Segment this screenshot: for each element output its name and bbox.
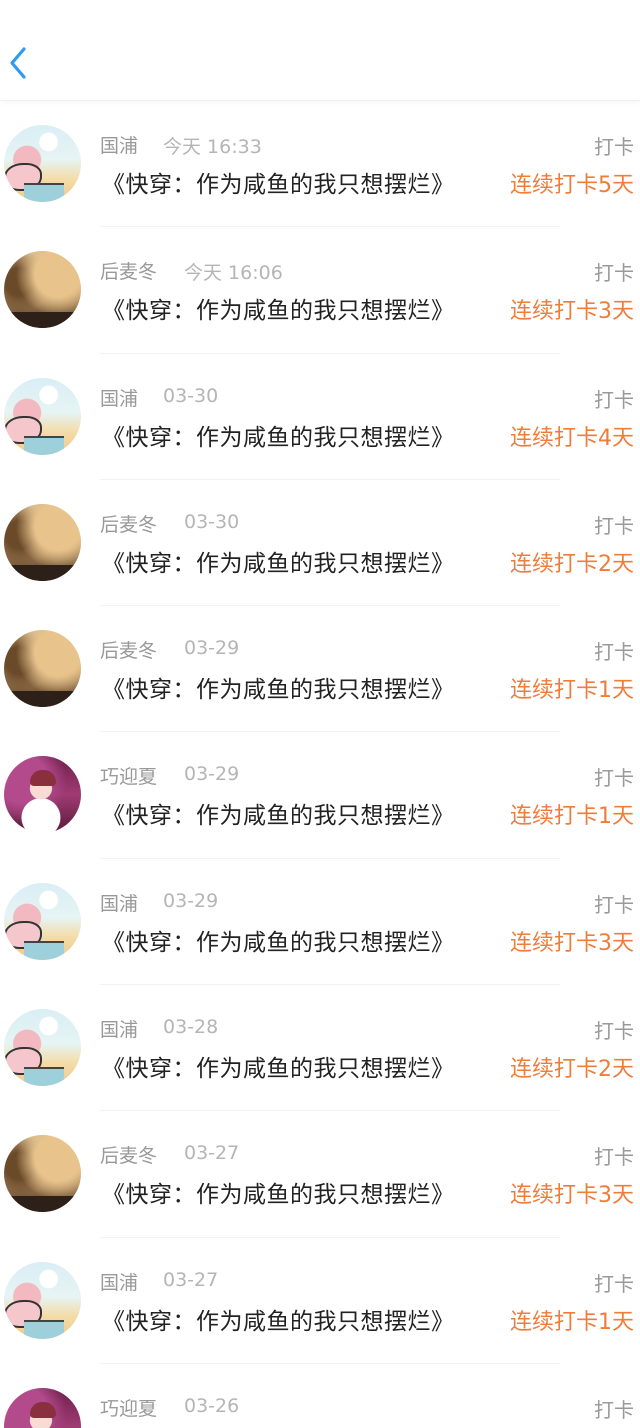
- top-bar: [0, 0, 640, 101]
- checkin-time: 03-30: [184, 510, 240, 533]
- user-name: 国浦: [100, 1019, 139, 1042]
- book-title: 《快穿：作为咸鱼的我只想摆烂》: [102, 1056, 455, 1083]
- avatar[interactable]: [4, 882, 81, 960]
- list-item[interactable]: 国浦 03-30 打卡《快穿：作为咸鱼的我只想摆烂》 连续打卡4天: [0, 354, 640, 480]
- action-label: 打卡: [594, 1019, 634, 1044]
- user-name: 国浦: [100, 1271, 139, 1294]
- avatar[interactable]: [4, 1135, 81, 1213]
- list-item[interactable]: 国浦 03-27 打卡《快穿：作为咸鱼的我只想摆烂》 连续打卡1天: [0, 1238, 640, 1364]
- streak-badge: 连续打卡1天: [510, 804, 634, 830]
- checkin-time: 03-27: [163, 1268, 219, 1291]
- action-label: 打卡: [594, 1271, 634, 1296]
- avatar[interactable]: [4, 1261, 81, 1339]
- book-title: 《快穿：作为咸鱼的我只想摆烂》: [102, 550, 455, 577]
- list-item[interactable]: 国浦 今天 16:33 打卡《快穿：作为咸鱼的我只想摆烂》 连续打卡5天: [0, 101, 640, 228]
- book-title: 《快穿：作为咸鱼的我只想摆烂》: [102, 1308, 455, 1335]
- streak-badge: 连续打卡3天: [510, 930, 634, 956]
- user-name: 巧迎夏: [100, 766, 158, 789]
- streak-badge: 连续打卡3天: [510, 299, 634, 325]
- list-item[interactable]: 巧迎夏 03-26 打卡: [0, 1364, 640, 1428]
- checkin-time: 03-29: [184, 637, 240, 660]
- list-item[interactable]: 后麦冬 今天 16:06 打卡《快穿：作为咸鱼的我只想摆烂》 连续打卡3天: [0, 227, 640, 354]
- avatar[interactable]: [4, 377, 81, 455]
- checkin-time: 03-26: [184, 1394, 240, 1417]
- action-label: 打卡: [594, 640, 634, 665]
- book-title: 《快穿：作为咸鱼的我只想摆烂》: [102, 929, 455, 956]
- list-item[interactable]: 后麦冬 03-30 打卡《快穿：作为咸鱼的我只想摆烂》 连续打卡2天: [0, 480, 640, 607]
- chevron-left-icon: [10, 47, 26, 79]
- checkin-time: 03-29: [163, 889, 219, 912]
- streak-badge: 连续打卡2天: [510, 551, 634, 577]
- list-item[interactable]: 后麦冬 03-27 打卡《快穿：作为咸鱼的我只想摆烂》 连续打卡3天: [0, 1111, 640, 1238]
- back-button[interactable]: [4, 42, 34, 84]
- avatar[interactable]: [4, 756, 81, 834]
- action-label: 打卡: [594, 261, 634, 286]
- book-title: 《快穿：作为咸鱼的我只想摆烂》: [102, 677, 455, 704]
- avatar[interactable]: [4, 251, 81, 329]
- streak-badge: 连续打卡2天: [510, 1057, 634, 1083]
- list-item[interactable]: 国浦 03-28 打卡《快穿：作为咸鱼的我只想摆烂》 连续打卡2天: [0, 985, 640, 1112]
- user-name: 后麦冬: [100, 261, 158, 284]
- user-name: 后麦冬: [100, 640, 158, 663]
- action-label: 打卡: [594, 513, 634, 538]
- book-title: 《快穿：作为咸鱼的我只想摆烂》: [102, 803, 455, 830]
- book-title: 《快穿：作为咸鱼的我只想摆烂》: [102, 424, 455, 451]
- streak-badge: 连续打卡5天: [510, 173, 634, 198]
- action-label: 打卡: [594, 1145, 634, 1170]
- checkin-time: 今天 16:33: [163, 136, 262, 158]
- streak-badge: 连续打卡1天: [510, 1309, 634, 1335]
- avatar[interactable]: [4, 1009, 81, 1087]
- streak-badge: 连续打卡3天: [510, 1183, 634, 1209]
- streak-badge: 连续打卡1天: [510, 678, 634, 704]
- list-item[interactable]: 国浦 03-29 打卡《快穿：作为咸鱼的我只想摆烂》 连续打卡3天: [0, 859, 640, 986]
- streak-badge: 连续打卡4天: [510, 425, 634, 451]
- action-label: 打卡: [594, 892, 634, 917]
- user-name: 国浦: [100, 387, 139, 410]
- list-item[interactable]: 巧迎夏 03-29 打卡《快穿：作为咸鱼的我只想摆烂》 连续打卡1天: [0, 732, 640, 859]
- user-name: 国浦: [100, 135, 139, 157]
- avatar[interactable]: [4, 630, 81, 708]
- avatar[interactable]: [4, 1387, 81, 1428]
- book-title: 《快穿：作为咸鱼的我只想摆烂》: [102, 1182, 455, 1209]
- action-label: 打卡: [594, 387, 634, 412]
- user-name: 国浦: [100, 892, 139, 915]
- checkin-time: 03-28: [163, 1016, 219, 1039]
- checkin-time: 今天 16:06: [184, 262, 283, 285]
- avatar[interactable]: [4, 125, 81, 202]
- checkin-records-page: 国浦 今天 16:33 打卡 《快穿：作为咸鱼的我只想摆烂》 连续打卡5天 后麦冬 今天 1…: [0, 0, 640, 1428]
- user-name: 巧迎夏: [100, 1397, 158, 1420]
- user-name: 后麦冬: [100, 1145, 158, 1168]
- book-title: 《快穿：作为咸鱼的我只想摆烂》: [102, 172, 455, 198]
- checkin-time: 03-30: [163, 384, 219, 407]
- book-title: 《快穿：作为咸鱼的我只想摆烂》: [102, 298, 455, 325]
- user-name: 后麦冬: [100, 513, 158, 536]
- avatar[interactable]: [4, 503, 81, 581]
- checkin-time: 03-29: [184, 763, 240, 786]
- action-label: 打卡: [594, 766, 634, 791]
- action-label: 打卡: [594, 135, 634, 159]
- action-label: 打卡: [594, 1397, 634, 1422]
- list-item[interactable]: 后麦冬 03-29 打卡《快穿：作为咸鱼的我只想摆烂》 连续打卡1天: [0, 606, 640, 733]
- checkin-list: 国浦 今天 16:33 打卡 《快穿：作为咸鱼的我只想摆烂》 连续打卡5天 后麦冬 今天 1…: [0, 101, 640, 1428]
- checkin-time: 03-27: [184, 1142, 240, 1165]
